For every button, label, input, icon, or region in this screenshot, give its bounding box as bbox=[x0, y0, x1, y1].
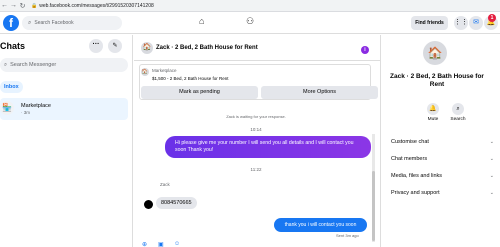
search-label: Search bbox=[450, 117, 466, 122]
facebook-logo-icon[interactable]: f bbox=[3, 15, 19, 31]
timestamp: 11:22 bbox=[250, 167, 262, 172]
menu-customise-chat[interactable]: Customise chat ⌄ bbox=[391, 136, 494, 148]
details-title: Zack · 2 Bed, 2 Bath House for Rent bbox=[390, 73, 484, 88]
search-icon: ⌕ bbox=[452, 103, 464, 115]
chevron-down-icon: ⌄ bbox=[489, 173, 494, 179]
info-icon[interactable]: i bbox=[361, 46, 369, 54]
conversation-title[interactable]: Zack · 2 Bed, 2 Bath House for Rent bbox=[156, 45, 258, 51]
back-arrow-icon[interactable]: ← bbox=[0, 2, 9, 9]
sticker-icon[interactable]: ☺ bbox=[174, 241, 180, 247]
thread-time: · 3m bbox=[21, 110, 30, 115]
menu-grid-icon[interactable]: ⋮⋮ bbox=[454, 16, 468, 30]
conversation-header: 🏠 Zack · 2 Bed, 2 Bath House for Rent i bbox=[134, 35, 381, 61]
facebook-top-nav: f ⌕ Search Facebook ⌂ ⚇ Find friends ⋮⋮ … bbox=[0, 12, 500, 34]
menu-media-files-links[interactable]: Media, files and links ⌄ bbox=[391, 170, 494, 182]
friends-icon[interactable]: ⚇ bbox=[246, 16, 254, 27]
scrollbar-thumb[interactable] bbox=[372, 171, 375, 241]
reload-icon[interactable]: ↻ bbox=[18, 2, 27, 10]
thread-item-marketplace[interactable]: 🏪 Marketplace · 3m bbox=[0, 98, 128, 120]
messenger-search-placeholder: Search Messenger bbox=[10, 62, 57, 68]
marketplace-listing-card: 🏠 Marketplace $1,500 - 2 Bed, 2 Bath Hou… bbox=[139, 64, 378, 100]
home-icon[interactable]: ⌂ bbox=[199, 16, 204, 26]
menu-chat-members[interactable]: Chat members ⌄ bbox=[391, 153, 494, 165]
menu-label: Privacy and support bbox=[391, 190, 440, 196]
chevron-down-icon: ⌄ bbox=[489, 190, 494, 196]
search-icon: ⌕ bbox=[28, 19, 32, 26]
notification-badge: 1 bbox=[488, 14, 496, 22]
chats-title: Chats bbox=[0, 41, 26, 51]
image-icon[interactable]: ▣ bbox=[158, 241, 164, 247]
more-options-icon[interactable]: ··· bbox=[89, 39, 103, 53]
url-text[interactable]: web.facebook.com/messages/t/299152030714… bbox=[39, 3, 154, 9]
mute-label: Mute bbox=[427, 117, 439, 122]
incoming-message[interactable]: 8084570665 bbox=[156, 197, 197, 209]
add-icon[interactable]: ⊕ bbox=[142, 241, 147, 247]
listing-avatar[interactable]: 🏠 bbox=[141, 42, 153, 54]
search-placeholder: Search Facebook bbox=[34, 20, 74, 26]
mute-action[interactable]: 🔔 Mute bbox=[423, 103, 443, 122]
sender-name: Zack bbox=[160, 182, 170, 187]
menu-label: Customise chat bbox=[391, 139, 429, 145]
lock-icon[interactable]: 🔒 bbox=[31, 3, 37, 9]
menu-label: Media, files and links bbox=[391, 173, 443, 179]
listing-description[interactable]: $1,500 - 2 Bed, 2 Bath House for Rent bbox=[152, 76, 229, 81]
listing-thumbnail: 🏠 bbox=[141, 68, 149, 76]
sent-status: Sent 3m ago bbox=[336, 233, 359, 238]
listing-avatar-large[interactable]: 🏠 bbox=[423, 41, 447, 65]
marketplace-store-icon: 🏪 bbox=[0, 101, 14, 115]
menu-privacy-support[interactable]: Privacy and support ⌄ bbox=[391, 187, 494, 199]
chats-sidebar: Chats ··· ✎ ⌕ Search Messenger Inbox 🏪 M… bbox=[0, 35, 133, 247]
bell-icon: 🔔 bbox=[427, 103, 439, 115]
thread-name: Marketplace bbox=[21, 103, 51, 109]
listing-source: Marketplace bbox=[152, 68, 177, 73]
sender-avatar[interactable] bbox=[144, 200, 153, 209]
messenger-icon[interactable]: ✉ bbox=[469, 16, 483, 30]
browser-url-bar: ← → ↻ 🔒 web.facebook.com/messages/t/2991… bbox=[0, 0, 500, 12]
waiting-notice: Zack is waiting for your response. bbox=[226, 114, 286, 119]
inbox-tab[interactable]: Inbox bbox=[0, 81, 23, 93]
menu-label: Chat members bbox=[391, 156, 428, 162]
new-message-icon[interactable]: ✎ bbox=[108, 39, 122, 53]
find-friends-button[interactable]: Find friends bbox=[411, 16, 448, 30]
forward-arrow-icon[interactable]: → bbox=[9, 2, 18, 9]
outgoing-message[interactable]: Hi please give me your number I will sen… bbox=[165, 136, 371, 158]
search-icon: ⌕ bbox=[4, 61, 8, 68]
more-options-button[interactable]: More Options bbox=[261, 86, 378, 99]
composer-toolbar: ⊕ ▣ ☺ bbox=[134, 241, 378, 247]
conversation-panel: 🏠 Zack · 2 Bed, 2 Bath House for Rent i … bbox=[134, 35, 381, 247]
timestamp: 10:14 bbox=[250, 127, 262, 132]
messenger-search-input[interactable]: ⌕ Search Messenger bbox=[0, 58, 128, 72]
outgoing-message[interactable]: thank you i will contact you soon bbox=[274, 218, 367, 232]
search-action[interactable]: ⌕ Search bbox=[448, 103, 468, 122]
mark-as-pending-button[interactable]: Mark as pending bbox=[141, 86, 258, 99]
facebook-search-input[interactable]: ⌕ Search Facebook bbox=[22, 16, 122, 30]
chevron-down-icon: ⌄ bbox=[489, 156, 494, 162]
conversation-details-panel: 🏠 Zack · 2 Bed, 2 Bath House for Rent 🔔 … bbox=[382, 35, 500, 247]
chevron-down-icon: ⌄ bbox=[489, 139, 494, 145]
